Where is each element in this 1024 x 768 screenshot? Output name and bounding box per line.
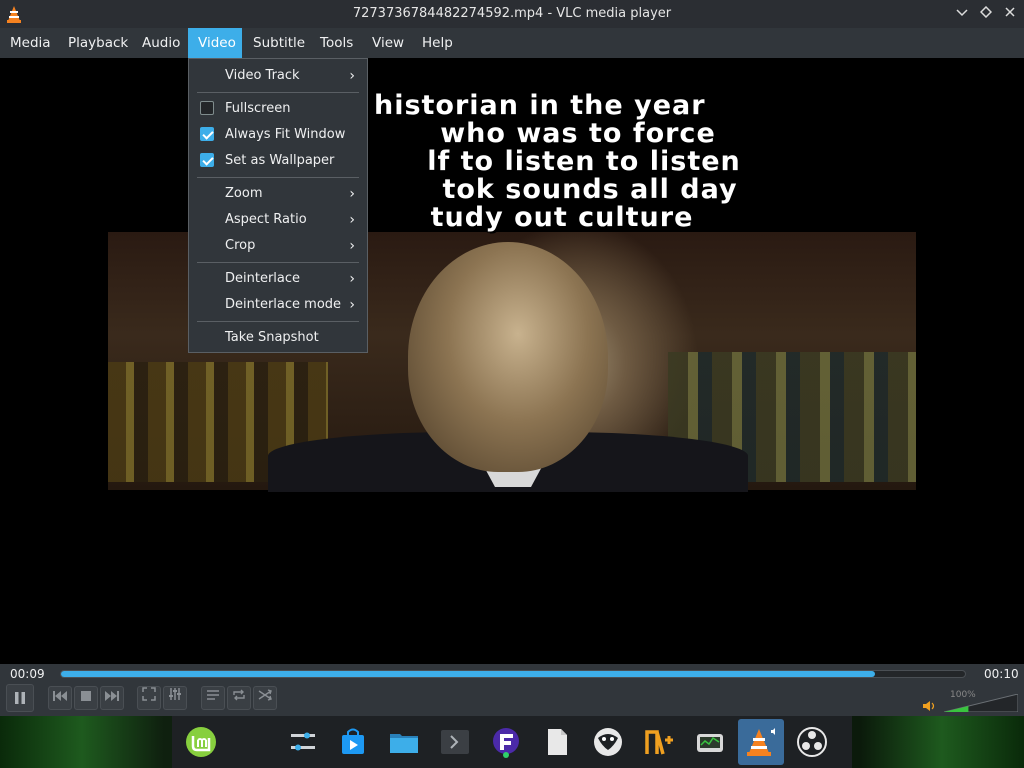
menu-item-label: Deinterlace	[225, 271, 301, 286]
menu-item-crop[interactable]: Crop ›	[189, 233, 367, 259]
menu-separator	[197, 177, 359, 178]
obs-studio-icon[interactable]	[789, 719, 835, 765]
speaker-icon[interactable]	[922, 700, 938, 715]
chevron-right-icon: ›	[349, 186, 355, 202]
software-store-icon[interactable]	[330, 719, 376, 765]
playlist-button[interactable]	[201, 686, 225, 710]
loop-button[interactable]	[227, 686, 251, 710]
flathub-app-icon[interactable]	[483, 719, 529, 765]
stop-button[interactable]	[74, 686, 98, 710]
chevron-right-icon: ›	[349, 297, 355, 313]
pause-icon	[15, 692, 25, 704]
chevron-right-icon: ›	[349, 212, 355, 228]
fullscreen-icon	[142, 687, 156, 701]
seek-slider[interactable]	[60, 670, 966, 678]
person-head	[408, 242, 608, 472]
menu-video[interactable]: Video	[188, 28, 242, 58]
previous-button[interactable]	[48, 686, 72, 710]
menu-item-always-fit-window[interactable]: Always Fit Window	[189, 122, 367, 148]
checkbox-unchecked-icon[interactable]	[200, 101, 214, 115]
menu-item-zoom[interactable]: Zoom ›	[189, 181, 367, 207]
subtitle-line: T e historian in the year	[314, 90, 706, 121]
total-time: 00:10	[984, 667, 1019, 681]
loop-icon	[233, 689, 245, 701]
window-title: 7273736784482274592.mp4 - VLC media play…	[352, 6, 672, 21]
video-menu-dropdown: Video Track › Fullscreen Always Fit Wind…	[188, 58, 368, 353]
pause-button[interactable]	[6, 684, 34, 712]
file-manager-icon[interactable]	[381, 719, 427, 765]
fullscreen-button[interactable]	[137, 686, 161, 710]
game-app-icon[interactable]	[585, 719, 631, 765]
next-icon	[105, 691, 119, 701]
stop-icon	[81, 691, 91, 701]
menu-item-label: Set as Wallpaper	[225, 153, 335, 168]
equalizer-icon	[169, 688, 181, 700]
seek-progress	[61, 671, 875, 677]
vlc-taskbar-icon[interactable]	[738, 719, 784, 765]
minimize-icon[interactable]	[954, 6, 970, 22]
notepadqq-icon[interactable]	[636, 719, 682, 765]
menu-bar: Media Playback Audio Video Subtitle Tool…	[0, 28, 1024, 58]
checkbox-checked-icon[interactable]	[200, 127, 214, 141]
chevron-right-icon: ›	[349, 68, 355, 84]
menu-item-set-as-wallpaper[interactable]: Set as Wallpaper	[189, 148, 367, 174]
menu-tools[interactable]: Tools	[310, 28, 363, 58]
menu-media[interactable]: Media	[0, 28, 61, 58]
menu-item-aspect-ratio[interactable]: Aspect Ratio ›	[189, 207, 367, 233]
playback-controls: 00:09 00:10 100%	[0, 664, 1024, 716]
random-button[interactable]	[253, 686, 277, 710]
previous-icon	[53, 691, 67, 701]
chevron-right-icon: ›	[349, 271, 355, 287]
terminal-icon[interactable]	[432, 719, 478, 765]
menu-item-label: Video Track	[225, 68, 300, 83]
menu-subtitle[interactable]: Subtitle	[243, 28, 315, 58]
menu-item-label: Crop	[225, 238, 256, 253]
menu-audio[interactable]: Audio	[132, 28, 190, 58]
close-icon[interactable]	[1002, 6, 1018, 22]
next-button[interactable]	[100, 686, 124, 710]
menu-item-label: Always Fit Window	[225, 127, 346, 142]
menu-item-fullscreen[interactable]: Fullscreen	[189, 96, 367, 122]
volume-slider[interactable]	[944, 694, 1018, 712]
playlist-icon	[207, 690, 219, 700]
menu-playback[interactable]: Playback	[58, 28, 138, 58]
menu-item-label: Deinterlace mode	[225, 297, 342, 312]
elapsed-time: 00:09	[10, 667, 45, 681]
linux-mint-menu-icon[interactable]	[178, 719, 224, 765]
menu-view[interactable]: View	[362, 28, 414, 58]
menu-item-take-snapshot[interactable]: Take Snapshot	[189, 325, 367, 351]
menu-help[interactable]: Help	[412, 28, 463, 58]
menu-item-label: Fullscreen	[225, 101, 291, 116]
shuffle-icon	[258, 689, 272, 701]
menu-item-video-track[interactable]: Video Track ›	[189, 63, 367, 89]
maximize-icon[interactable]	[978, 5, 994, 22]
menu-item-deinterlace[interactable]: Deinterlace ›	[189, 266, 367, 292]
settings-icon[interactable]	[280, 719, 326, 765]
menu-item-deinterlace-mode[interactable]: Deinterlace mode ›	[189, 292, 367, 318]
menu-item-label: Take Snapshot	[225, 330, 319, 345]
checkbox-checked-icon[interactable]	[200, 153, 214, 167]
menu-separator	[197, 321, 359, 322]
video-area[interactable]: T e historian in the year who was to for…	[0, 58, 1024, 664]
text-editor-icon[interactable]	[534, 719, 580, 765]
menu-item-label: Zoom	[225, 186, 263, 201]
taskbar	[0, 716, 1024, 768]
chevron-right-icon: ›	[349, 238, 355, 254]
menu-item-label: Aspect Ratio	[225, 212, 307, 227]
title-bar: 7273736784482274592.mp4 - VLC media play…	[0, 0, 1024, 28]
menu-separator	[197, 92, 359, 93]
menu-separator	[197, 262, 359, 263]
system-monitor-icon[interactable]	[687, 719, 733, 765]
extended-settings-button[interactable]	[163, 686, 187, 710]
